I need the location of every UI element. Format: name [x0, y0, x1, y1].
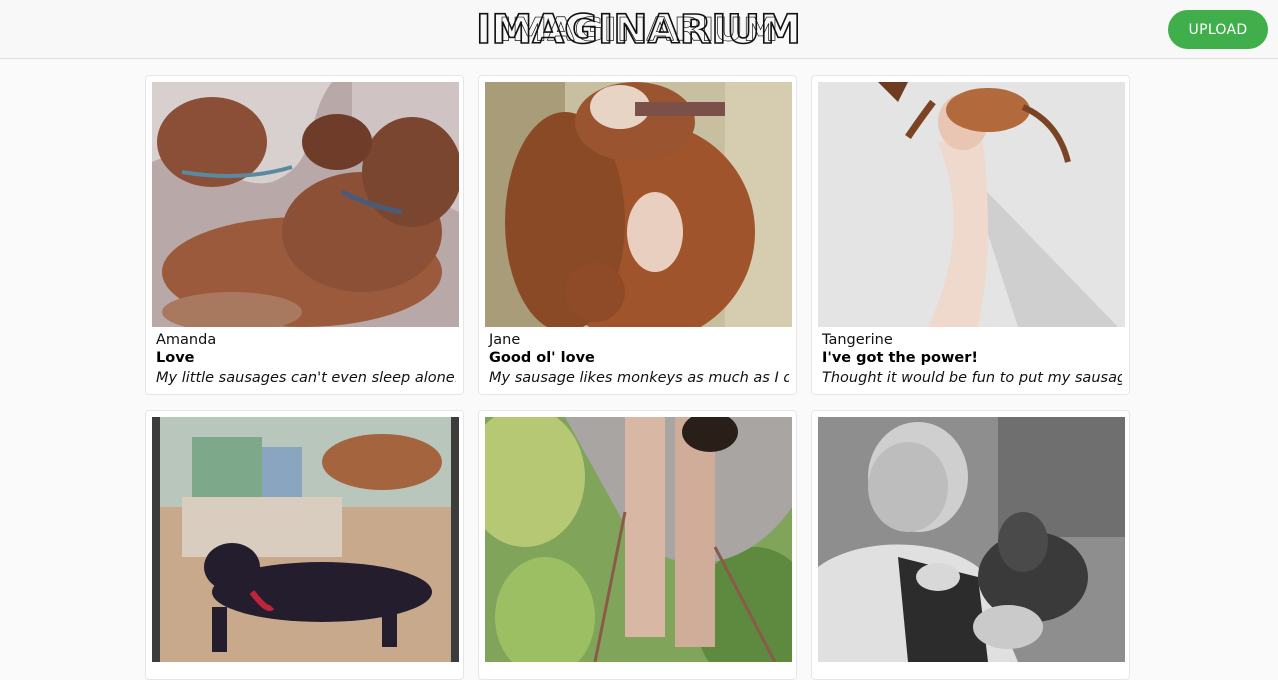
hand-holding-dachshund-photo — [818, 82, 1125, 327]
post-image[interactable] — [485, 417, 792, 662]
post-card[interactable]: Jane Good ol' love My sausage likes monk… — [478, 75, 797, 395]
post-card[interactable] — [478, 410, 797, 680]
post-description: My little sausages can't even sleep alon… — [156, 370, 456, 386]
dachshunds-sleeping-photo — [152, 82, 459, 327]
post-card[interactable]: Tangerine I've got the power! Thought it… — [811, 75, 1130, 395]
logo-wordmark: IMAGINARIUM IMAGINARIUM — [475, 6, 802, 54]
post-author: Jane — [489, 332, 521, 348]
post-title: I've got the power! — [822, 350, 978, 366]
post-image[interactable] — [152, 417, 459, 662]
top-bar: IMAGINARIUM IMAGINARIUM UPLOAD — [0, 0, 1278, 59]
post-image[interactable] — [485, 82, 792, 327]
dachshunds-dog-food-photo — [152, 417, 459, 662]
post-description: My sausage likes monkeys as much as I do… — [489, 370, 789, 386]
post-card[interactable] — [811, 410, 1130, 680]
post-title: Good ol' love — [489, 350, 595, 366]
post-author: Tangerine — [822, 332, 893, 348]
dachshund-monkey-photo — [485, 82, 792, 327]
imaginarium-logo[interactable]: IMAGINARIUM IMAGINARIUM — [475, 6, 802, 54]
post-image[interactable] — [818, 82, 1125, 327]
upload-button[interactable]: UPLOAD — [1168, 10, 1268, 49]
post-card[interactable]: Amanda Love My little sausages can't eve… — [145, 75, 464, 395]
post-image[interactable] — [818, 417, 1125, 662]
dachshund-hammock-photo — [485, 417, 792, 662]
man-with-dachshund-photo — [818, 417, 1125, 662]
post-description: Thought it would be fun to put my sausag… — [822, 370, 1122, 386]
post-author: Amanda — [156, 332, 217, 348]
post-image[interactable] — [152, 82, 459, 327]
logo-inline-stroke: IMAGINARIUM — [499, 12, 779, 48]
post-title: Love — [156, 350, 195, 366]
post-card[interactable] — [145, 410, 464, 680]
